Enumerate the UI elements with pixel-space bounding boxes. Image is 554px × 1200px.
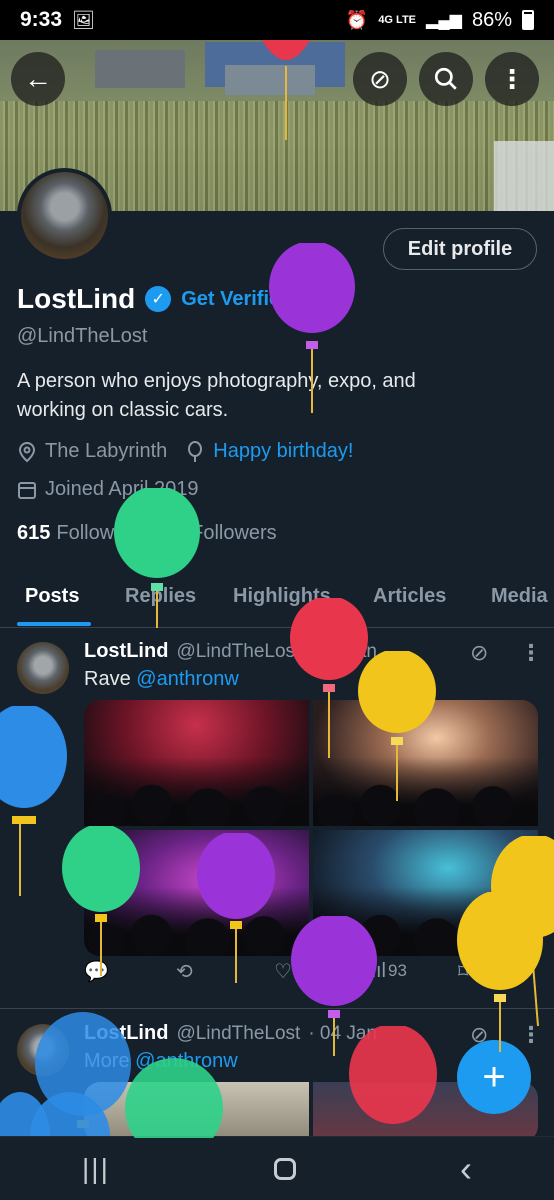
edit-profile-button[interactable]: Edit profile bbox=[383, 228, 537, 270]
arrow-left-icon: ← bbox=[24, 63, 52, 94]
followers-count[interactable]: 14 bbox=[163, 522, 185, 545]
post-item[interactable]: LostLind @LindTheLost · 04 Jan ⊘ ⋮ Rave … bbox=[0, 628, 554, 1008]
alarm-icon: ⏰ bbox=[345, 9, 369, 30]
views-icon[interactable]: ılıl bbox=[366, 960, 386, 983]
compose-button[interactable]: + bbox=[457, 1040, 531, 1114]
post-mention[interactable]: @anthronw bbox=[135, 1050, 238, 1072]
post-photo[interactable] bbox=[84, 830, 309, 956]
gallery-notification-icon: 🖼 bbox=[72, 9, 95, 30]
more-button[interactable]: ⋮ bbox=[485, 52, 539, 106]
post-handle: @LindTheLost bbox=[176, 1022, 301, 1044]
tab-replies[interactable]: Replies bbox=[125, 585, 196, 608]
profile-handle: @LindTheLost bbox=[17, 325, 148, 347]
slash-circle-icon[interactable]: ⊘ bbox=[470, 640, 488, 666]
display-name: LostLind bbox=[17, 283, 136, 314]
post-author[interactable]: LostLind bbox=[84, 1022, 168, 1045]
vertical-dots-icon[interactable]: ⋮ bbox=[520, 640, 542, 666]
following-count[interactable]: 615 bbox=[17, 522, 50, 545]
post-avatar[interactable] bbox=[17, 1024, 69, 1076]
post-header: LostLind @LindTheLost · 04 Jan bbox=[84, 1022, 377, 1045]
post-handle: @LindTheLost bbox=[176, 640, 301, 662]
post-text: More @anthronw bbox=[84, 1050, 238, 1073]
system-nav-bar: ||| ‹ bbox=[0, 1136, 554, 1200]
views-count: 93 bbox=[388, 961, 407, 980]
post-avatar[interactable] bbox=[17, 642, 69, 694]
tab-media[interactable]: Media bbox=[491, 585, 548, 608]
following-label[interactable]: Following bbox=[56, 522, 140, 545]
profile-avatar[interactable] bbox=[17, 168, 112, 263]
post-text: Rave @anthronw bbox=[84, 668, 239, 691]
plus-icon: + bbox=[482, 1054, 506, 1099]
profile-location: The Labyrinth bbox=[45, 440, 168, 462]
post-date: · 04 Jan bbox=[308, 1022, 377, 1044]
post-date: · 04 Jan bbox=[308, 640, 377, 662]
tab-highlights[interactable]: Highlights bbox=[233, 585, 331, 608]
get-verified-link[interactable]: Get Verified bbox=[181, 288, 292, 311]
bookmark-icon[interactable]: ⌑ bbox=[458, 959, 468, 984]
profile-joined: Joined April 2019 bbox=[45, 478, 199, 500]
search-button[interactable] bbox=[419, 52, 473, 106]
follow-counts: 615 Following 14 Followers bbox=[17, 522, 277, 545]
reply-icon[interactable]: 💬 bbox=[84, 959, 109, 984]
followers-label[interactable]: Followers bbox=[191, 522, 277, 545]
active-tab-indicator bbox=[17, 622, 91, 626]
profile-bio: A person who enjoys photography, expo, a… bbox=[17, 370, 416, 421]
battery-icon bbox=[522, 10, 534, 30]
vertical-dots-icon[interactable]: ⋮ bbox=[520, 1022, 542, 1048]
recents-button[interactable]: ||| bbox=[82, 1153, 110, 1185]
like-icon[interactable]: ♡ bbox=[274, 959, 292, 984]
post-media-grid bbox=[84, 700, 538, 956]
repost-icon[interactable]: ⟲ bbox=[176, 959, 193, 984]
post-body: Rave bbox=[84, 668, 131, 690]
back-nav-button[interactable]: ‹ bbox=[460, 1148, 472, 1190]
post-header: LostLind @LindTheLost · 04 Jan bbox=[84, 640, 377, 663]
balloon-icon bbox=[188, 440, 203, 462]
post-photo[interactable] bbox=[313, 830, 538, 956]
post-body: More bbox=[84, 1050, 130, 1072]
search-icon bbox=[434, 67, 457, 90]
status-time: 9:33 bbox=[20, 8, 63, 31]
profile-tabs: Posts Replies Highlights Articles Media bbox=[0, 570, 554, 628]
post-divider bbox=[0, 1008, 554, 1009]
signal-icon: ▂▄▆ bbox=[426, 12, 462, 29]
vertical-dots-icon: ⋮ bbox=[499, 63, 525, 94]
post-photo[interactable] bbox=[84, 1082, 309, 1136]
post-photo[interactable] bbox=[313, 700, 538, 826]
status-bar: 9:33 🖼 ⏰ 4G LTE ▂▄▆ 86% bbox=[0, 0, 554, 40]
slash-circle-icon: ⊘ bbox=[369, 63, 391, 94]
post-mention[interactable]: @anthronw bbox=[136, 668, 239, 690]
calendar-icon bbox=[18, 481, 36, 499]
back-button[interactable]: ← bbox=[11, 52, 65, 106]
verified-check-icon: ✓ bbox=[145, 286, 172, 312]
tab-posts[interactable]: Posts bbox=[25, 585, 79, 608]
share-icon[interactable]: ⋔ bbox=[504, 959, 521, 984]
tab-articles[interactable]: Articles bbox=[373, 585, 446, 608]
post-photo[interactable] bbox=[84, 700, 309, 826]
birthday-link[interactable]: Happy birthday! bbox=[213, 440, 353, 463]
battery-label: 86% bbox=[471, 8, 512, 31]
home-button[interactable] bbox=[273, 1157, 296, 1180]
post-author[interactable]: LostLind bbox=[84, 640, 168, 663]
network-label: 4G LTE bbox=[378, 14, 417, 26]
profile-joined-row: Joined April 2019 bbox=[17, 478, 198, 501]
name-row: LostLind ✓ Get Verified bbox=[17, 283, 292, 315]
grok-button[interactable]: ⊘ bbox=[353, 52, 407, 106]
location-pin-icon bbox=[18, 441, 36, 462]
profile-meta-row: The Labyrinth Happy birthday! bbox=[17, 440, 353, 463]
